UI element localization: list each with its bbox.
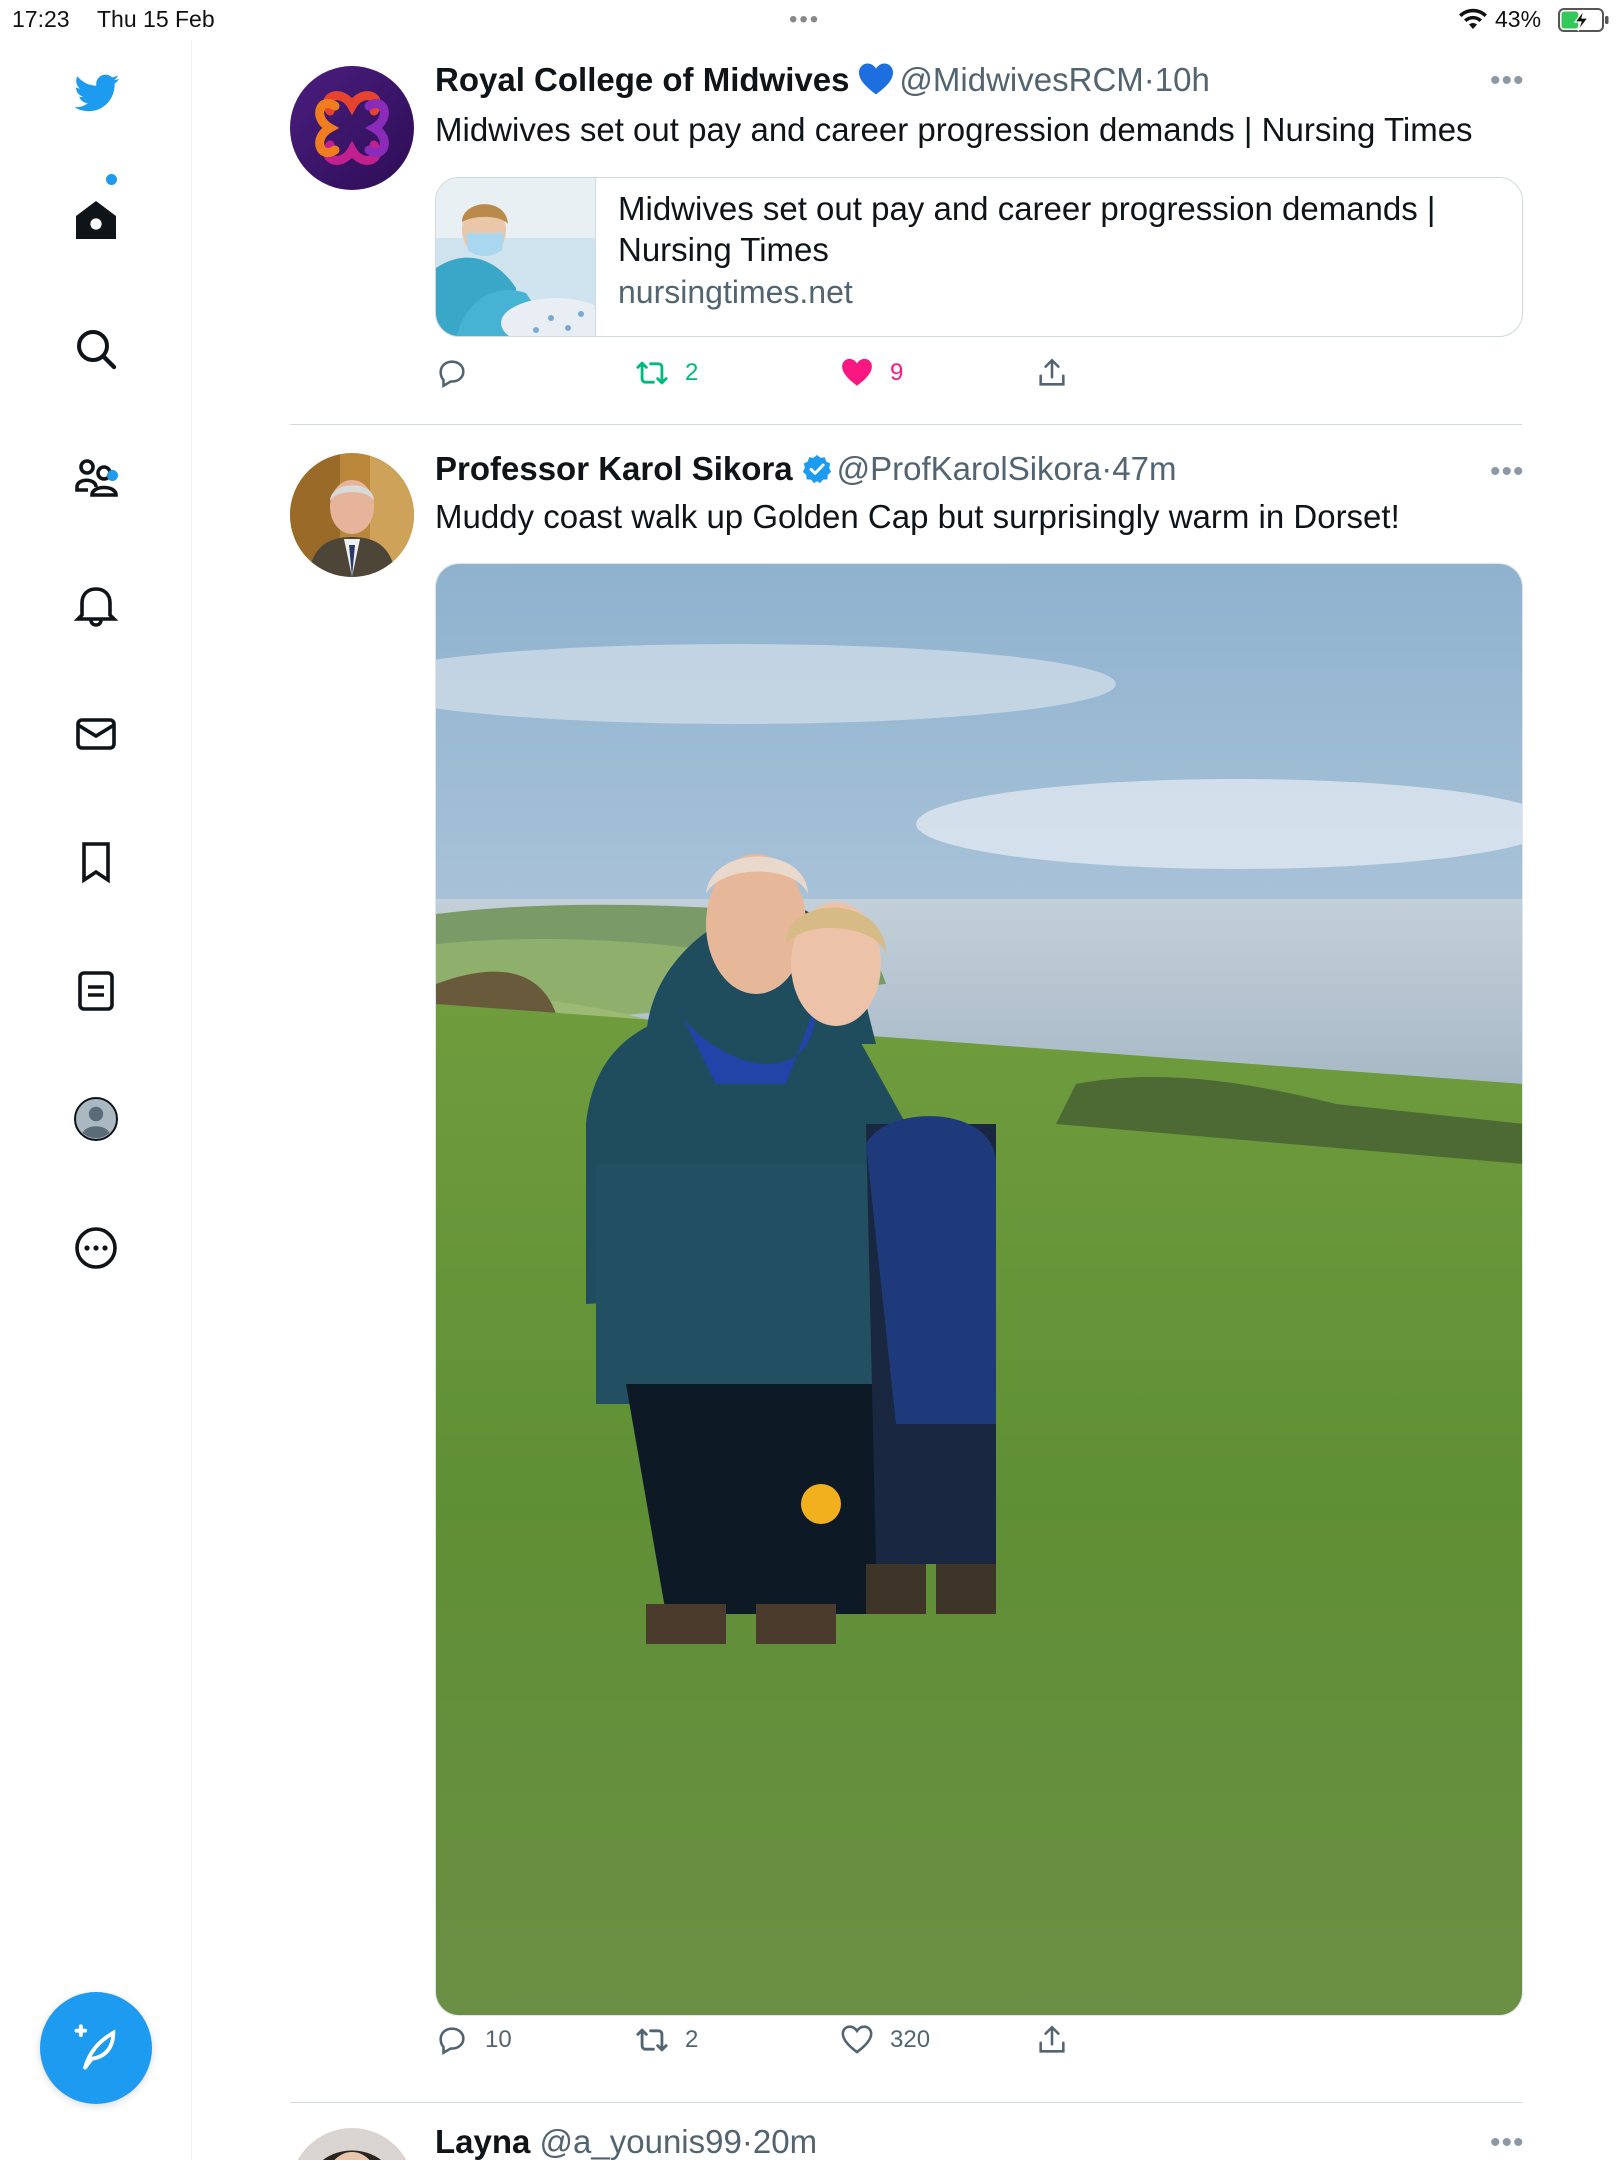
search-icon[interactable] <box>66 319 126 379</box>
battery-percent: 43% <box>1495 6 1542 32</box>
reply-button[interactable]: 10 <box>435 2023 512 2057</box>
tweet[interactable]: Royal College of Midwives @MidwivesRCM·10… <box>290 61 1525 396</box>
tweet-header: Royal College of Midwives @MidwivesRCM·10… <box>435 60 1210 100</box>
communities-notification-dot <box>107 470 118 481</box>
more-options-icon[interactable]: ••• <box>1490 457 1525 487</box>
separator: · <box>1143 61 1155 98</box>
share-button[interactable] <box>1035 356 1069 390</box>
more-options-icon[interactable]: ••• <box>1490 66 1525 96</box>
bell-icon[interactable] <box>66 575 126 635</box>
tweet-actions: 10 2 320 <box>435 2023 1115 2063</box>
retweet-icon <box>636 2028 668 2052</box>
compose-tweet-icon <box>74 2024 116 2070</box>
battery-charging-icon <box>1558 8 1609 32</box>
tweet-header: Layna @a_younis99·20m <box>435 2122 817 2160</box>
tweet-divider <box>290 2102 1522 2103</box>
home-notification-dot <box>106 174 117 185</box>
timestamp[interactable]: 47m <box>1112 450 1176 487</box>
blue-heart-icon <box>859 63 894 95</box>
tweet-text: Muddy coast walk up Golden Cap but surpr… <box>435 498 1400 535</box>
handle[interactable]: @MidwivesRCM <box>899 61 1143 98</box>
profile-avatar-icon[interactable] <box>66 1089 126 1149</box>
handle[interactable]: @a_younis99 <box>540 2123 742 2160</box>
separator: · <box>1101 450 1113 487</box>
handle[interactable]: @ProfKarolSikora <box>837 450 1102 487</box>
separator: · <box>741 2123 753 2160</box>
tweet-divider <box>290 424 1522 425</box>
display-name[interactable]: Layna <box>435 2123 530 2160</box>
retweet-count: 2 <box>685 2026 699 2053</box>
link-card[interactable]: Midwives set out pay and career progress… <box>435 177 1523 337</box>
like-count: 320 <box>890 2026 931 2053</box>
link-card-title: Midwives set out pay and career progress… <box>618 190 1436 268</box>
mail-icon[interactable] <box>66 704 126 764</box>
timestamp[interactable]: 20m <box>753 2123 817 2160</box>
status-bar: 17:23 Thu 15 Feb ••• 43% <box>0 0 1620 40</box>
tweet-photo[interactable] <box>435 563 1523 2016</box>
more-circle-icon[interactable] <box>66 1218 126 1278</box>
link-card-domain: nursingtimes.net <box>618 274 853 310</box>
tweet-actions: 2 9 <box>435 356 1115 396</box>
reply-icon <box>439 360 465 389</box>
avatar[interactable] <box>290 453 414 577</box>
retweet-button[interactable]: 2 <box>635 356 698 390</box>
tweet[interactable]: Professor Karol Sikora @ProfKarolSikora·4… <box>290 450 1525 2056</box>
heart-icon <box>841 2025 873 2054</box>
timestamp[interactable]: 10h <box>1155 61 1210 98</box>
retweet-count: 2 <box>685 359 699 386</box>
tweet[interactable]: Layna @a_younis99·20m ••• <box>290 2123 1525 2160</box>
tweet-header: Professor Karol Sikora @ProfKarolSikora·4… <box>435 449 1176 489</box>
avatar[interactable] <box>290 66 414 190</box>
compose-tweet-button[interactable] <box>40 1992 152 2104</box>
wifi-icon <box>1459 8 1487 29</box>
tweet-text: Midwives set out pay and career progress… <box>435 111 1473 148</box>
status-date: Thu 15 Feb <box>97 6 215 32</box>
home-icon[interactable] <box>66 190 126 250</box>
retweet-icon <box>636 361 668 385</box>
share-button[interactable] <box>1035 2023 1069 2057</box>
display-name[interactable]: Professor Karol Sikora <box>435 450 793 487</box>
like-count: 9 <box>890 359 904 386</box>
reply-icon <box>439 2027 465 2056</box>
bookmark-icon[interactable] <box>66 832 126 892</box>
more-options-icon[interactable]: ••• <box>1490 2128 1525 2158</box>
link-card-thumbnail <box>436 178 596 336</box>
avatar[interactable] <box>290 2128 414 2160</box>
share-icon <box>1039 358 1065 386</box>
retweet-button[interactable]: 2 <box>635 2023 698 2057</box>
status-time: 17:23 <box>12 6 70 32</box>
multitasking-dots-icon[interactable]: ••• <box>789 8 820 32</box>
heart-filled-icon <box>842 358 872 386</box>
reply-count: 10 <box>485 2026 512 2053</box>
verified-badge-icon <box>802 455 831 484</box>
twitter-logo-icon[interactable] <box>66 62 126 122</box>
like-button[interactable]: 9 <box>840 356 903 390</box>
reply-button[interactable] <box>435 356 485 390</box>
sidebar <box>0 40 192 2160</box>
lists-icon[interactable] <box>66 961 126 1021</box>
share-icon <box>1039 2025 1065 2053</box>
like-button[interactable]: 320 <box>840 2023 930 2057</box>
display-name[interactable]: Royal College of Midwives <box>435 61 849 98</box>
